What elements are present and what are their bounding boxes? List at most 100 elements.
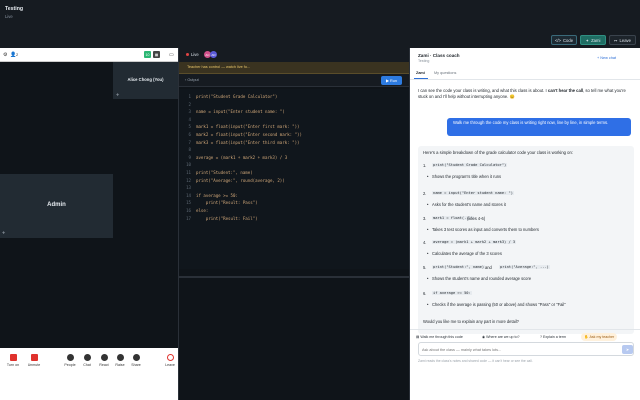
zami-button[interactable]: ✦ Zami xyxy=(580,35,606,45)
video-tile-admin[interactable]: Admin ✈ xyxy=(0,174,113,238)
line-number: 13 xyxy=(186,185,191,191)
raise-hand-button[interactable]: Raise xyxy=(112,354,128,367)
step-code: print("Student:", name) xyxy=(432,265,486,269)
run-button[interactable]: ▶ Run xyxy=(381,76,402,85)
active-tab-indicator xyxy=(414,78,428,79)
sparkle-icon: ✦ xyxy=(585,37,590,43)
code-line: 3 name = input("Enter student name: ") xyxy=(179,109,409,116)
code-line: 4 xyxy=(179,117,409,124)
avatar: AD xyxy=(210,51,217,58)
code-line: 17 print("Result: Fail") xyxy=(179,216,409,223)
step-explanation: Calculates the average of the 3 scores xyxy=(427,251,502,256)
video-tile-alice[interactable]: Alice Chong (You) ✈ xyxy=(113,62,178,99)
breakdown-step: 1. print("Student Grade Calculator") xyxy=(423,163,623,170)
line-number: 10 xyxy=(186,162,191,168)
video-toolbar: ⚙ 👤 2 10 ▦ ▭ xyxy=(0,48,178,62)
participant-count: 2 xyxy=(16,52,19,57)
chip-explain-term[interactable]: ? Explain a term xyxy=(540,333,566,341)
line-number: 5 xyxy=(188,124,191,130)
step-explanation: Checks if the average is passing (50 or … xyxy=(427,302,566,307)
line-number: 2 xyxy=(188,101,191,107)
react-button[interactable]: React xyxy=(96,354,112,367)
video-panel: ⚙ 👤 2 10 ▦ ▭ Alice Chong (You) ✈ Admin ✈… xyxy=(0,48,178,400)
coach-tabs: Zami My questions xyxy=(410,68,640,80)
people-icon xyxy=(66,354,74,361)
step-number: 1. xyxy=(423,163,427,168)
share-screen-icon xyxy=(132,354,140,361)
teacher-control-notice: Teacher has control — watch live fo... xyxy=(179,62,409,74)
breakdown-step: 2. name = input("Enter student name: ") xyxy=(423,191,623,198)
code-text: mark2 = float(input("Enter second mark: … xyxy=(196,132,302,137)
people-button[interactable]: People xyxy=(62,354,78,367)
code-button[interactable]: </> Code xyxy=(551,35,577,45)
share-button[interactable]: Share xyxy=(128,354,144,367)
code-button-label: Code xyxy=(563,37,574,43)
layout-icon[interactable]: ▭ xyxy=(169,52,174,58)
line-number: 1 xyxy=(188,94,191,99)
pin-icon[interactable]: ✈ xyxy=(116,92,119,97)
top-bar: Testing Live </> Code ✦ Zami ↦ Leave xyxy=(0,0,640,48)
step-number: 5. xyxy=(423,265,427,270)
code-editor[interactable]: 1 print("Student Grade Calculator") 2 3 name… xyxy=(179,89,409,269)
step-explanation: Takes 3 test scores as input and convert… xyxy=(427,227,539,232)
tab-zami[interactable]: Zami xyxy=(416,71,425,75)
camera-button[interactable]: Turn on xyxy=(5,354,21,367)
code-line: 6 mark2 = float(input("Enter second mark:… xyxy=(179,132,409,139)
class-status: Live xyxy=(5,14,13,19)
gear-icon[interactable]: ⚙ xyxy=(3,52,7,58)
step-number: 3. xyxy=(423,216,427,221)
coach-panel: Zami · Class coach Testing + New chat Za… xyxy=(410,48,640,400)
chip-where-up-to[interactable]: ◉ Where are we up to? xyxy=(482,333,520,341)
chat-button[interactable]: Chat xyxy=(79,354,95,367)
assistant-message: I can see the code your class is writing… xyxy=(418,88,626,99)
step-explanation: Asks for the student's name and stores i… xyxy=(427,202,506,207)
pin-icon[interactable]: ✈ xyxy=(2,230,5,235)
line-number: 14 xyxy=(186,192,191,198)
step-code: average = (mark1 + mark2 + mark3) / 3 xyxy=(432,240,517,244)
step-code: print("Student Grade Calculator") xyxy=(432,163,508,167)
code-line: 8 xyxy=(179,147,409,154)
code-panel: Live AC AD Teacher has control — watch l… xyxy=(178,48,410,400)
coach-subtitle: Testing xyxy=(418,59,430,63)
live-indicator-icon xyxy=(186,53,189,56)
chip-walk-through[interactable]: ▤ Walk me through this code xyxy=(416,333,463,341)
leave-button[interactable]: ↦ Leave xyxy=(609,35,636,45)
tab-my-questions[interactable]: My questions xyxy=(434,71,456,75)
smile-icon xyxy=(100,354,108,361)
code-text: else: xyxy=(196,208,209,213)
code-text: mark3 = float(input("Enter third mark: "… xyxy=(196,139,300,145)
leave-call-button[interactable]: Leave xyxy=(162,354,178,367)
step-explanation: Shows the student's name and rounded ave… xyxy=(427,276,531,281)
line-number: 7 xyxy=(188,139,191,145)
code-line: 13 xyxy=(179,185,409,192)
breakdown-step: 4. average = (mark1 + mark2 + mark3) / 3 xyxy=(423,240,623,247)
hand-icon xyxy=(116,354,124,361)
mic-off-icon xyxy=(30,354,38,361)
step-code: print("Average:", ...) xyxy=(499,265,550,269)
step-number: 4. xyxy=(423,240,427,245)
line-number: 17 xyxy=(186,215,191,221)
code-text: if average >= 50: xyxy=(196,192,238,198)
mic-button[interactable]: Unmute xyxy=(26,354,42,367)
code-text: print("Student:", name) xyxy=(196,170,253,175)
coach-question-input[interactable] xyxy=(422,345,612,354)
pin-icon: ◉ xyxy=(482,335,486,339)
call-controls: Turn on Unmute People Chat React Raise S… xyxy=(0,348,178,400)
code-line: 10 xyxy=(179,162,409,169)
participant-name: Alice Chong (You) xyxy=(127,77,164,82)
grid-icon[interactable]: ▦ xyxy=(153,51,160,58)
coach-input-row: ➤ xyxy=(418,342,634,356)
coach-footer-note: Zami reads the class's notes and shared … xyxy=(418,359,533,363)
send-icon[interactable]: ➤ xyxy=(622,345,633,354)
code-text: print("Result: Pass") xyxy=(196,200,258,206)
step-code: name = input("Enter student name: ") xyxy=(432,191,514,195)
chip-ask-teacher[interactable]: ✋ Ask my teacher xyxy=(581,333,618,341)
new-chat-button[interactable]: + New chat xyxy=(597,56,616,60)
participant-name: Admin xyxy=(47,202,66,208)
line-number: 12 xyxy=(186,177,191,183)
step-explanation: Shows the program's title when it runs xyxy=(427,174,501,179)
output-label: ‹ Output xyxy=(185,78,199,82)
line-number: 6 xyxy=(188,132,191,137)
code-text: print("Average:", round(average, 2)) xyxy=(196,177,285,183)
output-bar[interactable]: ‹ Output xyxy=(179,74,409,87)
